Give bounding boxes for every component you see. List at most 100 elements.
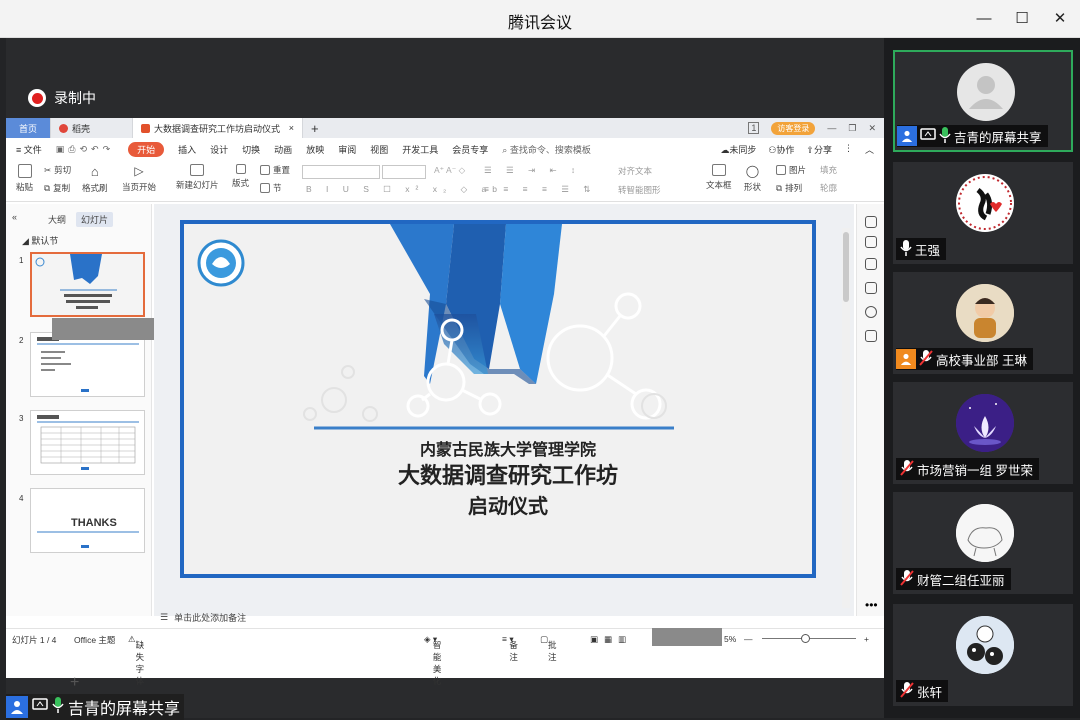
collab-button[interactable]: ⚇协作 <box>768 143 794 156</box>
participant-tile[interactable]: 高校事业部 王琳 <box>893 272 1073 374</box>
current-slide[interactable]: 内蒙古民族大学管理学院 大数据调查研究工作坊 启动仪式 <box>180 220 816 578</box>
from-current-button[interactable]: ▷ 当页开始 <box>122 164 156 193</box>
more-icon[interactable]: ⋮ <box>844 143 853 156</box>
participant-tile[interactable]: 王强 <box>893 162 1073 264</box>
add-slide-icon[interactable]: + <box>70 674 79 692</box>
menu-transition[interactable]: 切换 <box>242 143 260 156</box>
participant-tile[interactable]: 财管二组任亚丽 <box>893 492 1073 594</box>
zoom-thumb[interactable] <box>801 634 810 643</box>
zoom-out-icon[interactable]: — <box>744 634 753 644</box>
menu-slideshow[interactable]: 放映 <box>306 143 324 156</box>
command-search[interactable]: ⌕ 查找命令、搜索模板 <box>502 143 591 156</box>
comment-toggle[interactable]: ▢ 批注 <box>540 634 557 662</box>
guest-login-button[interactable]: 访客登录 <box>771 121 816 135</box>
recording-label: 录制中 <box>54 90 96 106</box>
textbox-button[interactable]: 文本框 <box>706 164 732 191</box>
layout-button[interactable]: 版式 <box>232 164 249 189</box>
tab-document[interactable]: 大数据调查研究工作坊启动仪式 × <box>133 118 303 138</box>
section-button[interactable]: 节 <box>260 182 282 194</box>
slide-thumbnail-2[interactable] <box>30 332 145 397</box>
menu-file[interactable]: ≡ 文件 <box>16 143 42 156</box>
share-button[interactable]: ⇪分享 <box>806 143 832 156</box>
tab-slides[interactable]: 幻灯片 <box>76 212 114 227</box>
font-family-select[interactable] <box>302 165 380 179</box>
participant-tile[interactable]: 市场营销一组 罗世荣 <box>893 382 1073 484</box>
font-grow-icon[interactable]: A⁺ A⁻ ◇ <box>434 165 465 176</box>
thumb-number: 4 <box>19 494 24 503</box>
menu-insert[interactable]: 插入 <box>178 143 196 156</box>
tab-outline[interactable]: 大纲 <box>48 213 66 226</box>
participant-tile[interactable]: 吉青的屏幕共享 <box>893 50 1073 152</box>
slide-thumbnail-3[interactable] <box>30 410 145 475</box>
unsynced-button[interactable]: ☁未同步 <box>720 143 756 156</box>
menu-devtools[interactable]: 开发工具 <box>402 143 438 156</box>
notes-toggle[interactable]: ≡ 备注 ▾ <box>502 634 518 662</box>
missing-font-button[interactable]: ⚠ 缺失字体 <box>128 634 144 686</box>
menu-review[interactable]: 审阅 <box>338 143 356 156</box>
canvas-scrollbar[interactable] <box>842 228 850 608</box>
copy-panel-icon[interactable] <box>865 282 877 294</box>
outline-button[interactable]: 轮廓 <box>820 182 837 194</box>
tab-close-icon[interactable]: × <box>289 123 294 133</box>
brush-icon: ⌂ <box>90 164 99 179</box>
align-text-button[interactable]: 对齐文本 <box>618 165 652 177</box>
more-dots-icon[interactable]: ••• <box>865 598 878 612</box>
menu-start[interactable]: 开始 <box>128 141 165 157</box>
collapse-ribbon-icon[interactable]: ︿ <box>865 143 874 156</box>
align-icons[interactable]: ≡ ≡ ≡ ≡ ☰ ⇅ <box>484 184 596 195</box>
menu-animation[interactable]: 动画 <box>274 143 292 156</box>
help-icon[interactable] <box>865 306 877 318</box>
reset-icon <box>260 165 270 175</box>
format-painter-button[interactable]: ⌂ 格式刷 <box>82 164 108 194</box>
reset-button[interactable]: 重置 <box>260 164 290 176</box>
collapse-icon[interactable] <box>865 216 877 228</box>
export-icon[interactable] <box>865 330 877 342</box>
participant-name: 市场营销一组 罗世荣 <box>917 463 1033 478</box>
format-painter-label: 格式刷 <box>82 183 108 193</box>
sketch-avatar-icon <box>956 504 1014 562</box>
close-icon[interactable]: ✕ <box>1050 8 1070 28</box>
text-style-icons[interactable]: B I U S ☐ x² x₂ ◇ ab <box>306 184 503 195</box>
slide-thumbnail-4[interactable]: THANKS <box>30 488 145 553</box>
minimize-icon[interactable]: — <box>974 8 994 28</box>
menu-view[interactable]: 视图 <box>370 143 388 156</box>
list-icons[interactable]: ☰ ☰ ⇥ ⇤ ↕ <box>484 165 581 176</box>
new-tab-button[interactable]: + <box>303 118 327 138</box>
thumb-number: 3 <box>19 414 24 423</box>
shape-button[interactable]: ◯ 形状 <box>744 164 761 193</box>
tab-home[interactable]: 首页 <box>6 118 51 138</box>
tab-docer-label: 稻壳 <box>72 123 91 134</box>
wps-minimize-icon[interactable]: — <box>827 123 836 133</box>
window-count-icon[interactable]: 1 <box>748 122 760 134</box>
window-titlebar: 腾讯会议 — ☐ ✕ <box>0 0 1080 38</box>
maximize-icon[interactable]: ☐ <box>1012 8 1032 28</box>
arrange-button[interactable]: ⧉ 排列 <box>776 182 802 194</box>
align-text-label: 对齐文本 <box>618 166 653 176</box>
new-slide-button[interactable]: 新建幻灯片 <box>176 164 219 191</box>
quick-access-icons[interactable]: ▣⎙⟲↶↷ <box>56 144 114 155</box>
view-mode-icons[interactable]: ▣▦▥ <box>590 634 632 645</box>
wps-close-icon[interactable]: ✕ <box>868 123 876 134</box>
notes-bar[interactable]: ☰ 单击此处添加备注 <box>154 608 854 626</box>
beautify-button[interactable]: ◈ 智能美化 ▾ <box>424 634 441 686</box>
fill-button[interactable]: 填充 <box>820 164 837 176</box>
wps-menubar: ≡ 文件 ▣⎙⟲↶↷ 开始 插入 设计 切换 动画 放映 审阅 视图 开发工具 … <box>6 140 884 158</box>
pin-icon[interactable] <box>865 258 877 270</box>
section-default[interactable]: ◢ 默认节 <box>22 234 58 247</box>
picture-button[interactable]: 图片 <box>776 164 806 176</box>
tab-docer[interactable]: 稻壳 <box>51 118 133 138</box>
paste-button[interactable]: 粘贴 <box>16 164 33 193</box>
wps-restore-icon[interactable]: ❐ <box>848 123 856 134</box>
menu-member[interactable]: 会员专享 <box>452 143 488 156</box>
font-size-select[interactable] <box>382 165 426 179</box>
cut-button[interactable]: ✂ 剪切 <box>44 164 71 176</box>
settings-slider-icon[interactable] <box>865 236 877 248</box>
smart-shape-button[interactable]: 转智能图形 <box>618 184 661 196</box>
collapse-panel-icon[interactable]: « <box>12 212 17 222</box>
zoom-in-icon[interactable]: + <box>864 634 869 644</box>
copy-button[interactable]: ⧉ 复制 <box>44 182 70 194</box>
lotus-avatar-icon <box>956 394 1014 452</box>
slide-thumbnail-1[interactable] <box>30 252 145 317</box>
menu-design[interactable]: 设计 <box>210 143 228 156</box>
participant-tile[interactable]: 张轩 <box>893 604 1073 706</box>
